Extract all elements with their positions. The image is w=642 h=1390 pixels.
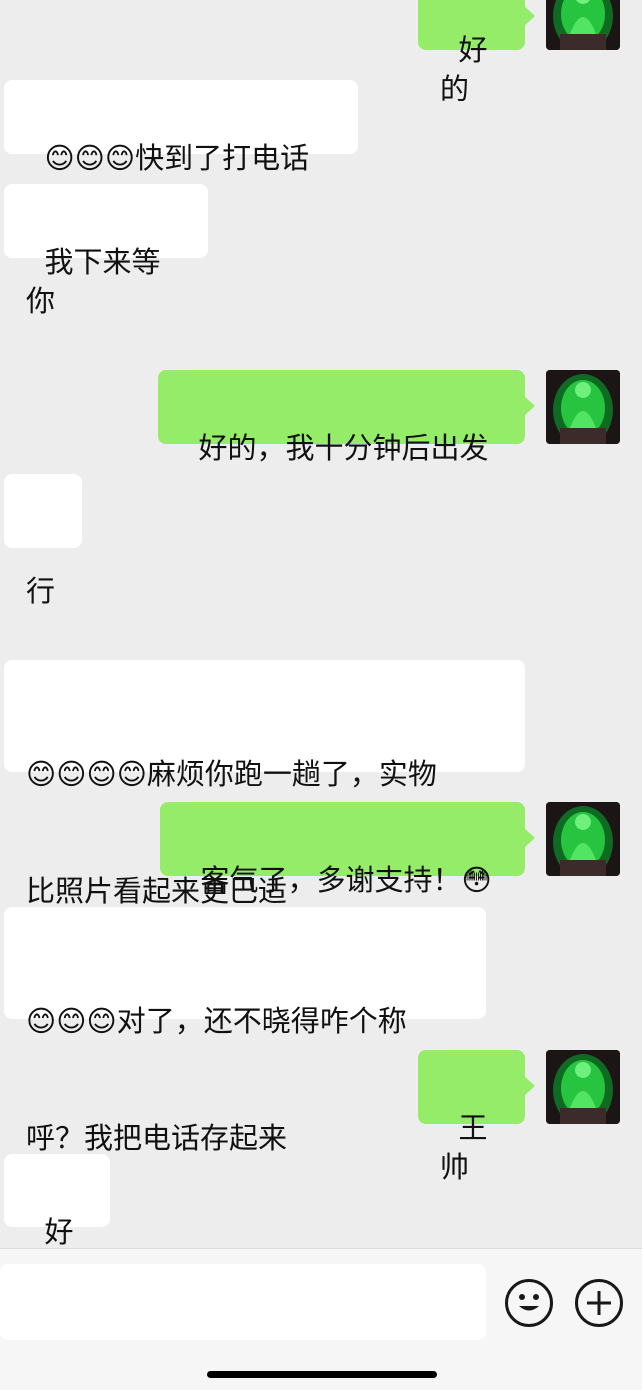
message-input[interactable]	[0, 1264, 486, 1340]
message-bubble-outgoing[interactable]: 客气了，多谢支持！😳	[160, 802, 535, 897]
message-text: 好的	[440, 33, 488, 106]
message-text: 王帅	[440, 1111, 488, 1184]
jade-buddha-avatar-icon	[546, 802, 620, 876]
message-bubble-incoming[interactable]: 好的	[4, 1154, 110, 1288]
avatar[interactable]	[546, 370, 620, 444]
message-bubble-incoming[interactable]: 我下来等你	[4, 184, 208, 318]
message-text-line: 😊😊😊😊麻烦你跑一趟了，实物	[26, 757, 437, 791]
message-text-line: 😊😊😊对了，还不晓得咋个称	[26, 1004, 407, 1038]
message-text-line: 呼？我把电话存起来	[26, 1121, 288, 1155]
input-bar	[0, 1248, 642, 1390]
message-bubble-incoming[interactable]: 😊😊😊对了，还不晓得咋个称 呼？我把电话存起来	[4, 907, 486, 1155]
avatar[interactable]	[546, 1050, 620, 1124]
jade-buddha-avatar-icon	[546, 370, 620, 444]
message-text: 行	[26, 574, 56, 608]
smiley-icon[interactable]	[505, 1279, 553, 1327]
message-bubble-outgoing[interactable]: 好的，我十分钟后出发	[158, 370, 535, 465]
message-text: 客气了，多谢支持！😳	[200, 863, 492, 897]
message-bubble-outgoing[interactable]: 王帅	[418, 1050, 535, 1184]
home-indicator[interactable]	[207, 1371, 437, 1378]
message-bubble-incoming[interactable]: 😊😊😊快到了打电话	[4, 80, 358, 175]
jade-buddha-avatar-icon	[546, 0, 620, 50]
message-bubble-outgoing[interactable]: 好的	[418, 0, 535, 106]
message-text: 好的，我十分钟后出发	[198, 431, 489, 465]
avatar[interactable]	[546, 802, 620, 876]
message-bubble-incoming[interactable]: 行	[4, 474, 82, 608]
message-bubble-incoming[interactable]: 😊😊😊😊麻烦你跑一趟了，实物 比照片看起来更巴适	[4, 660, 525, 908]
avatar[interactable]	[546, 0, 620, 50]
plus-icon[interactable]	[575, 1279, 623, 1327]
jade-buddha-avatar-icon	[546, 1050, 620, 1124]
message-text: 我下来等你	[26, 245, 161, 318]
message-text: 😊😊😊快到了打电话	[44, 141, 310, 175]
